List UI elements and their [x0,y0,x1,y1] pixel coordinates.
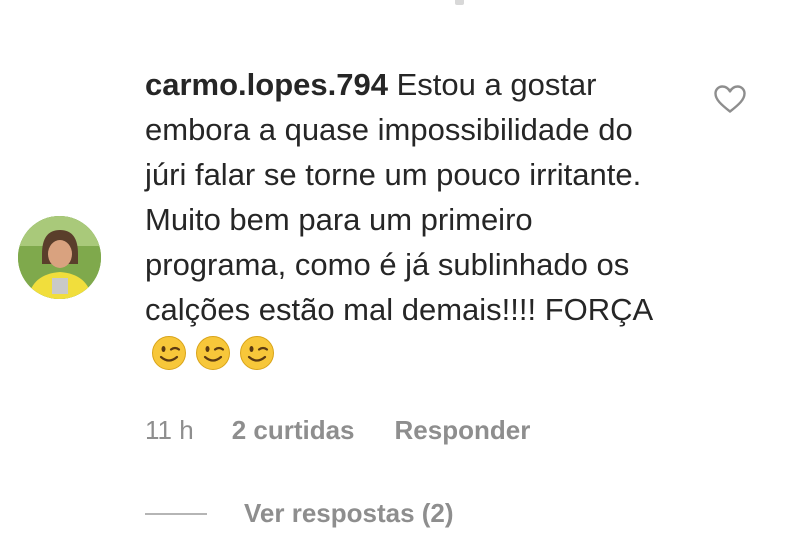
comment-timestamp: 11 h [145,415,194,445]
replies-divider [145,512,207,515]
emoji-group [151,335,283,383]
winking-face-emoji [151,335,187,371]
comment-username[interactable]: carmo.lopes.794 [145,67,388,102]
winking-face-emoji [195,335,231,371]
winking-face-emoji [239,335,275,371]
comment-meta: 11 h 2 curtidas Responder [145,415,530,446]
comment-panel: carmo.lopes.794 Estou a gostar embora a … [0,0,791,560]
likes-count-link[interactable]: 2 curtidas [232,415,355,446]
view-replies-label: Ver respostas (2) [244,498,454,528]
reply-button[interactable]: Responder [395,415,531,446]
avatar[interactable] [18,216,101,299]
comment-text: Estou a gostar embora a quase impossibil… [145,67,654,327]
view-replies-button[interactable]: Ver respostas (2) [145,498,454,529]
heart-outline-icon[interactable] [713,84,747,114]
comment-body: carmo.lopes.794 Estou a gostar embora a … [145,62,675,383]
cropped-element-above [455,0,464,5]
